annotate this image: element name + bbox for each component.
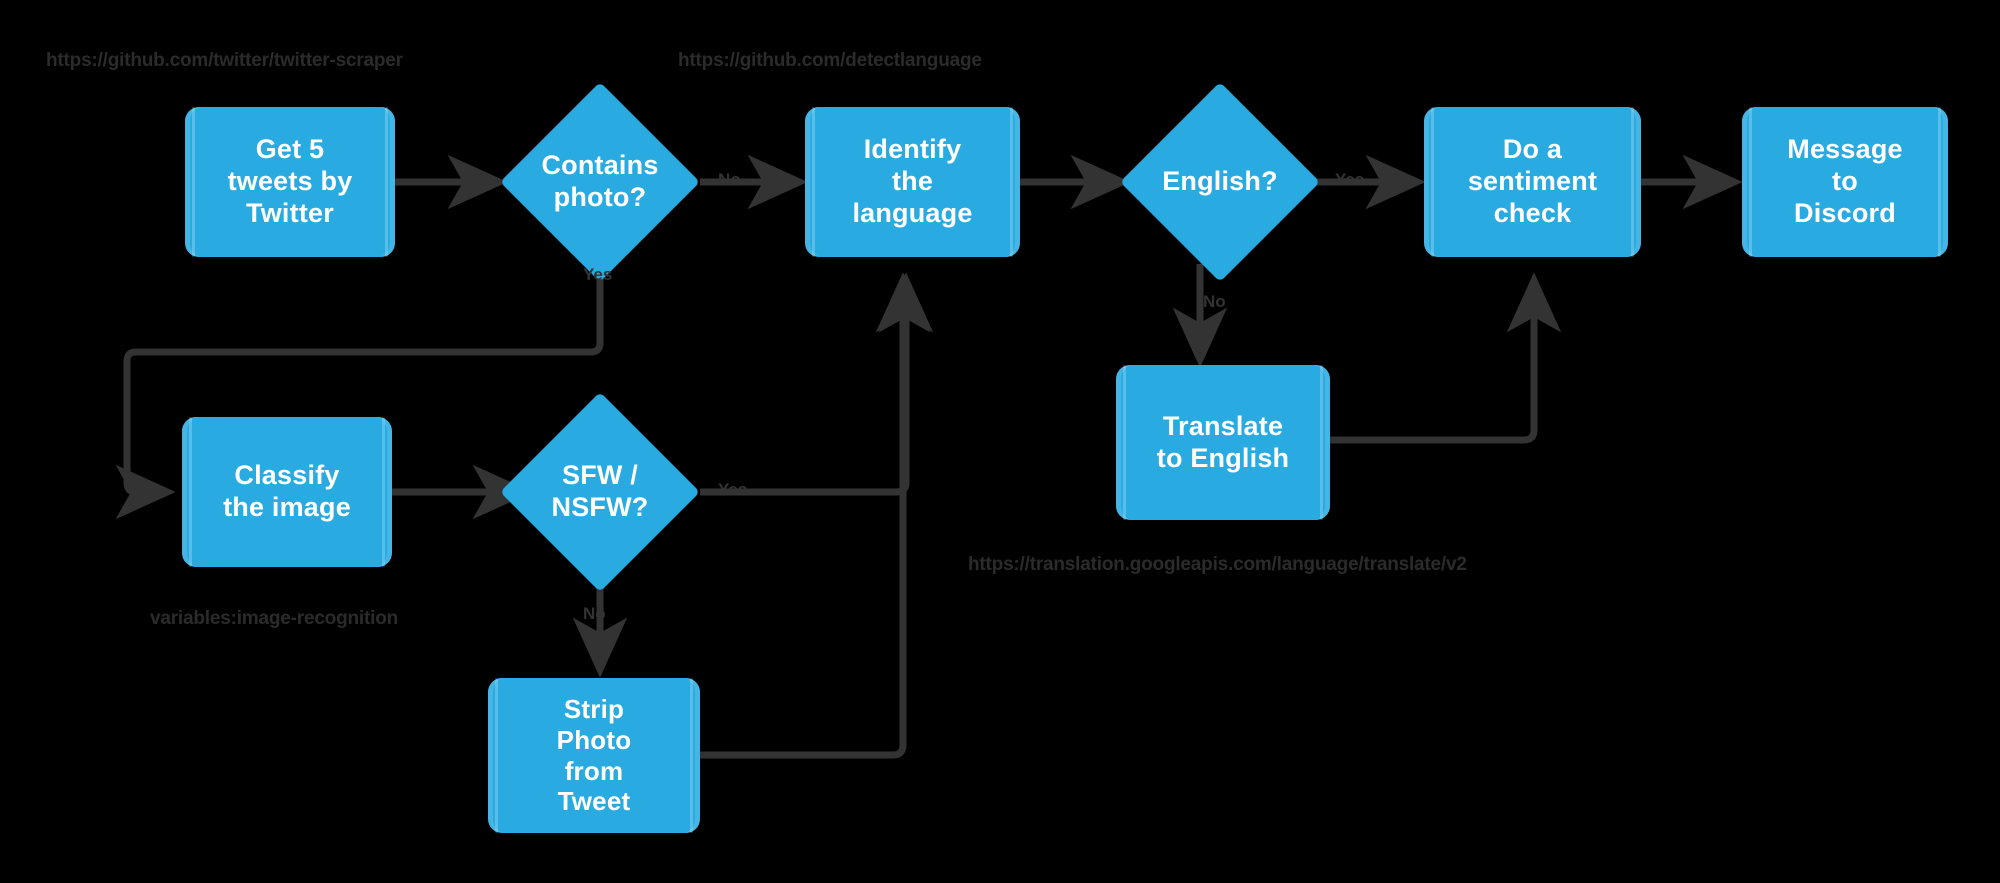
- edge-sfw-yes-to-identify: [700, 272, 934, 496]
- node-sentiment-check[interactable]: Do a sentiment check: [1424, 107, 1641, 257]
- node-classify-image-label: Classify the image: [223, 460, 351, 522]
- edge-strip-to-identify: [700, 272, 931, 759]
- node-strip-photo[interactable]: Strip Photo from Tweet: [488, 678, 700, 833]
- node-message-discord-label: Message to Discord: [1787, 134, 1903, 228]
- node-identify-language-label: Identify the language: [852, 134, 973, 228]
- flowchart-canvas: Get 5 tweets by Twitter Contains photo? …: [0, 0, 2000, 883]
- node-sentiment-check-label: Do a sentiment check: [1467, 134, 1598, 228]
- node-message-discord[interactable]: Message to Discord: [1742, 107, 1948, 257]
- caption-image-recognition-variable: variables:image-recognition: [150, 608, 399, 629]
- caption-detect-language-url: https://github.com/detectlanguage: [678, 50, 982, 71]
- node-sfw-nsfw-label: SFW / NSFW?: [551, 460, 649, 522]
- node-english-label: English?: [1162, 166, 1278, 197]
- node-get-tweets[interactable]: Get 5 tweets by Twitter: [185, 107, 395, 257]
- node-contains-photo[interactable]: Contains photo?: [500, 82, 700, 282]
- node-classify-image[interactable]: Classify the image: [182, 417, 392, 567]
- node-identify-language[interactable]: Identify the language: [805, 107, 1020, 257]
- edge-label-sfw-yes: Yes: [718, 480, 748, 499]
- caption-google-translate-url: https://translation.googleapis.com/langu…: [968, 554, 1467, 575]
- node-contains-photo-label: Contains photo?: [541, 150, 659, 212]
- edge-translate-to-sentiment: [1330, 272, 1562, 444]
- node-english[interactable]: English?: [1120, 82, 1320, 282]
- edge-label-contains-photo-yes: Yes: [583, 265, 613, 284]
- node-strip-photo-label: Strip Photo from Tweet: [556, 694, 632, 817]
- edge-label-english-no: No: [1203, 292, 1226, 311]
- edge-label-sfw-no: No: [583, 604, 606, 623]
- edge-label-english-yes: Yes: [1335, 170, 1365, 189]
- node-sfw-nsfw[interactable]: SFW / NSFW?: [500, 392, 700, 592]
- node-get-tweets-label: Get 5 tweets by Twitter: [227, 134, 353, 228]
- caption-twitter-scraper-url: https://github.com/twitter/twitter-scrap…: [46, 50, 403, 71]
- node-translate[interactable]: Translate to English: [1116, 365, 1330, 520]
- edge-label-contains-photo-no: No: [718, 170, 741, 189]
- node-translate-label: Translate to English: [1156, 410, 1290, 473]
